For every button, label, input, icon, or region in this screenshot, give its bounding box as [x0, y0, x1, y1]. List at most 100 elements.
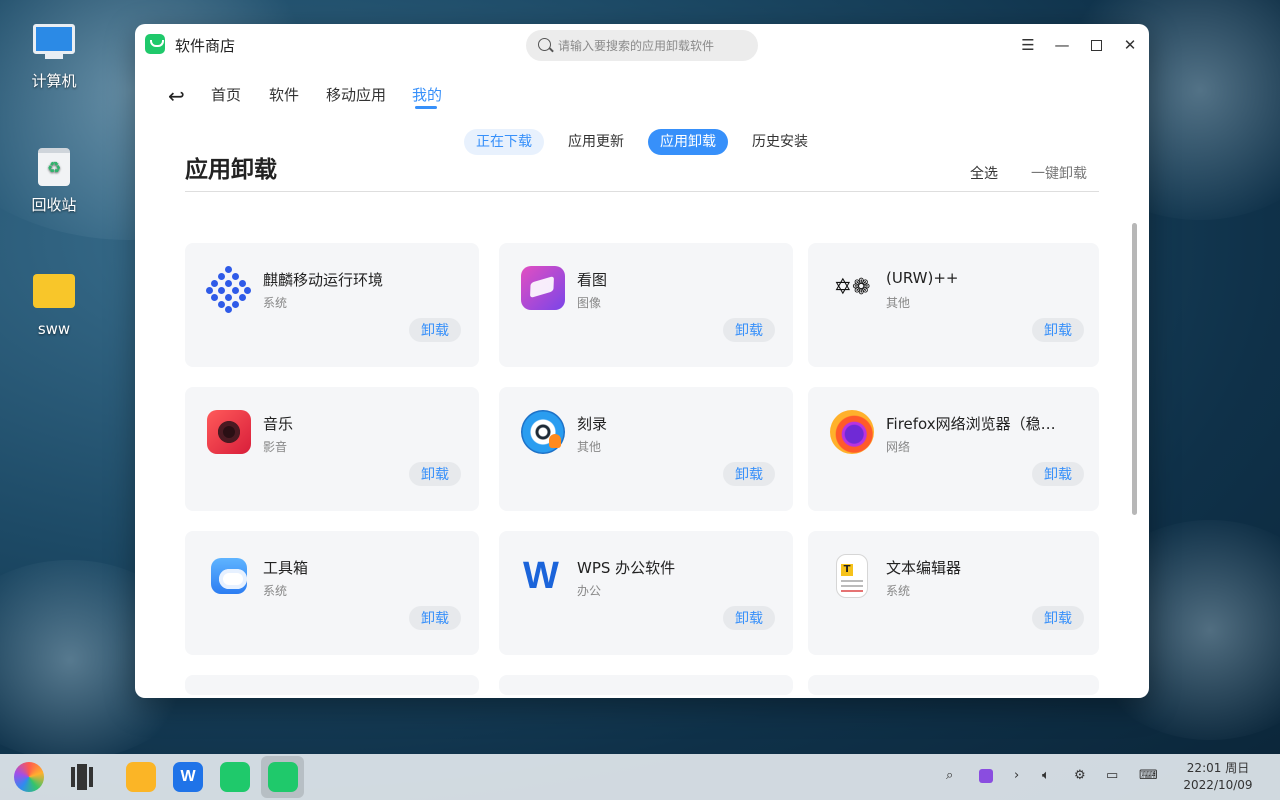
notification-icon[interactable]: ▭: [1106, 768, 1118, 783]
app-category: 系统: [263, 296, 288, 310]
divider: [185, 191, 1099, 192]
app-name: 文本编辑器: [886, 559, 962, 577]
firefox-icon: [830, 410, 874, 454]
uninstall-button[interactable]: 卸载: [1032, 462, 1084, 486]
network-icon[interactable]: ⚙︎: [1074, 768, 1086, 783]
search-box[interactable]: [526, 30, 758, 61]
app-name: 刻录: [577, 415, 608, 433]
urw-icon: ✡❁: [833, 275, 871, 300]
app-category: 其他: [577, 440, 602, 454]
app-card: 看图 图像 卸载: [499, 243, 793, 367]
minimize-icon: —: [1054, 36, 1070, 54]
app-card: [499, 675, 793, 695]
app-category: 网络: [886, 440, 911, 454]
tray-search-icon[interactable]: ⌕: [946, 768, 953, 783]
app-name: 工具箱: [263, 559, 309, 577]
desktop-trash[interactable]: ♻ 回收站: [14, 148, 94, 215]
uninstall-button[interactable]: 卸载: [409, 606, 461, 630]
minimize-button[interactable]: —: [1049, 32, 1075, 58]
music-icon: [207, 410, 251, 454]
close-button[interactable]: ✕: [1117, 32, 1143, 58]
desktop-computer[interactable]: 计算机: [14, 24, 94, 91]
uninstall-button[interactable]: 卸载: [723, 462, 775, 486]
start-menu-icon[interactable]: [14, 762, 44, 792]
tab-uninstall[interactable]: 应用卸载: [648, 129, 728, 155]
software-store-logo-icon: [145, 34, 165, 54]
nav-active-indicator: [415, 106, 437, 109]
computer-icon: [32, 24, 76, 64]
nav-mine[interactable]: 我的: [412, 84, 442, 105]
app-name: 麒麟移动运行环境: [263, 271, 384, 289]
taskbar: W ⌕ › 🔈︎ ⚙︎ ▭ ⌨︎ 22:01 周日 2022/10/09: [0, 754, 1280, 800]
maximize-button[interactable]: [1083, 32, 1109, 58]
tab-history[interactable]: 历史安装: [740, 129, 820, 155]
app-card: [185, 675, 479, 695]
software-store-running-icon[interactable]: [268, 762, 298, 792]
tab-downloading[interactable]: 正在下载: [464, 129, 544, 155]
app-card: 工具箱 系统 卸载: [185, 531, 479, 655]
maximize-icon: [1090, 39, 1102, 51]
app-category: 系统: [886, 584, 911, 598]
app-title: 软件商店: [175, 37, 236, 55]
multitask-view-icon[interactable]: [67, 762, 97, 792]
scrollbar[interactable]: [1132, 223, 1137, 515]
nav-mobile-apps[interactable]: 移动应用: [326, 84, 386, 105]
text-editor-icon: [836, 554, 868, 598]
tray-screenshot-icon[interactable]: [979, 769, 993, 783]
volume-icon[interactable]: 🔈︎: [1042, 768, 1050, 783]
app-card: 音乐 影音 卸载: [185, 387, 479, 511]
titlebar: 软件商店 ☰ — ✕: [135, 24, 1149, 66]
search-icon: [538, 38, 551, 51]
app-card: 刻录 其他 卸载: [499, 387, 793, 511]
back-arrow-icon[interactable]: ↩: [168, 84, 185, 108]
app-category: 其他: [886, 296, 911, 310]
app-name: Firefox网络浏览器（稳…: [886, 415, 1056, 433]
app-name: 音乐: [263, 415, 294, 433]
trash-icon: ♻: [32, 148, 76, 188]
tray-expand-icon[interactable]: ›: [1014, 768, 1019, 783]
clock[interactable]: 22:01 周日 2022/10/09: [1178, 760, 1258, 794]
app-category: 影音: [263, 440, 288, 454]
wps-icon: [521, 554, 565, 598]
uninstall-button[interactable]: 卸载: [1032, 606, 1084, 630]
app-category: 图像: [577, 296, 602, 310]
app-category: 办公: [577, 584, 602, 598]
kylin-icon: [206, 266, 251, 313]
page-title: 应用卸载: [185, 157, 277, 183]
uninstall-button[interactable]: 卸载: [409, 318, 461, 342]
image-viewer-icon: [521, 266, 565, 310]
app-name: (URW)++: [886, 269, 959, 287]
app-card: 麒麟移动运行环境 系统 卸载: [185, 243, 479, 367]
search-input[interactable]: [558, 30, 753, 61]
clock-time: 22:01 周日: [1186, 761, 1250, 775]
desktop-label: 回收站: [31, 196, 77, 214]
uninstall-button[interactable]: 卸载: [1032, 318, 1084, 342]
close-icon: ✕: [1123, 36, 1137, 54]
tab-updates[interactable]: 应用更新: [556, 129, 636, 155]
uninstall-button[interactable]: 卸载: [723, 606, 775, 630]
menu-button[interactable]: ☰: [1015, 32, 1041, 58]
app-card: ✡❁ (URW)++ 其他 卸载: [808, 243, 1099, 367]
wps-taskbar-icon[interactable]: W: [173, 762, 203, 792]
app-name: WPS 办公软件: [577, 559, 676, 577]
app-card: Firefox网络浏览器（稳… 网络 卸载: [808, 387, 1099, 511]
one-key-uninstall-button[interactable]: 一键卸载: [1031, 163, 1087, 183]
nav-home[interactable]: 首页: [211, 84, 241, 105]
app-card: 文本编辑器 系统 卸载: [808, 531, 1099, 655]
file-manager-icon[interactable]: [126, 762, 156, 792]
app-card: [808, 675, 1099, 695]
app-category: 系统: [263, 584, 288, 598]
desktop-label: 计算机: [31, 72, 77, 90]
software-store-window: 软件商店 ☰ — ✕ ↩ 首页 软件 移动应用 我的 正在下载 应用更新 应用卸…: [135, 24, 1149, 698]
uninstall-button[interactable]: 卸载: [409, 462, 461, 486]
main-nav: ↩ 首页 软件 移动应用 我的: [135, 82, 1149, 112]
folder-icon: [32, 274, 76, 314]
app-card: WPS 办公软件 办公 卸载: [499, 531, 793, 655]
nav-software[interactable]: 软件: [269, 84, 299, 105]
uninstall-button[interactable]: 卸载: [723, 318, 775, 342]
select-all-button[interactable]: 全选: [970, 163, 998, 183]
keyboard-icon[interactable]: ⌨︎: [1139, 768, 1158, 783]
software-store-taskbar-icon[interactable]: [220, 762, 250, 792]
desktop-label: sww: [37, 320, 71, 338]
desktop-folder[interactable]: sww: [14, 274, 94, 338]
